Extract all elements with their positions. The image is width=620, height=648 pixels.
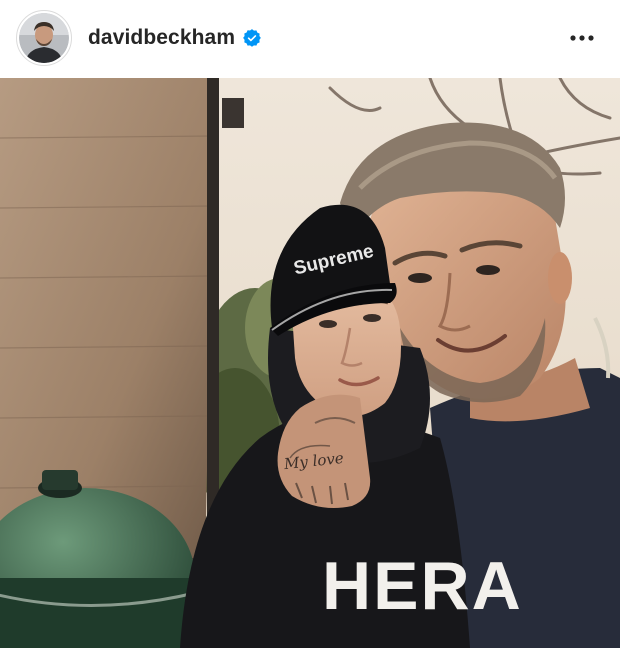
username-link[interactable]: davidbeckham (88, 26, 235, 50)
more-options-icon (570, 35, 594, 41)
profile-avatar-button[interactable] (16, 10, 72, 66)
verified-badge-icon (243, 29, 261, 47)
photo-illustration (0, 78, 620, 648)
avatar (19, 13, 69, 63)
username-group: davidbeckham (88, 26, 564, 50)
post-photo[interactable]: Supreme My love HERA (0, 78, 620, 648)
post-header: davidbeckham (0, 0, 620, 76)
hoodie-print-text: HERA (322, 548, 523, 624)
more-options-button[interactable] (564, 20, 600, 56)
instagram-post: davidbeckham Supreme My love HERA (0, 0, 620, 648)
